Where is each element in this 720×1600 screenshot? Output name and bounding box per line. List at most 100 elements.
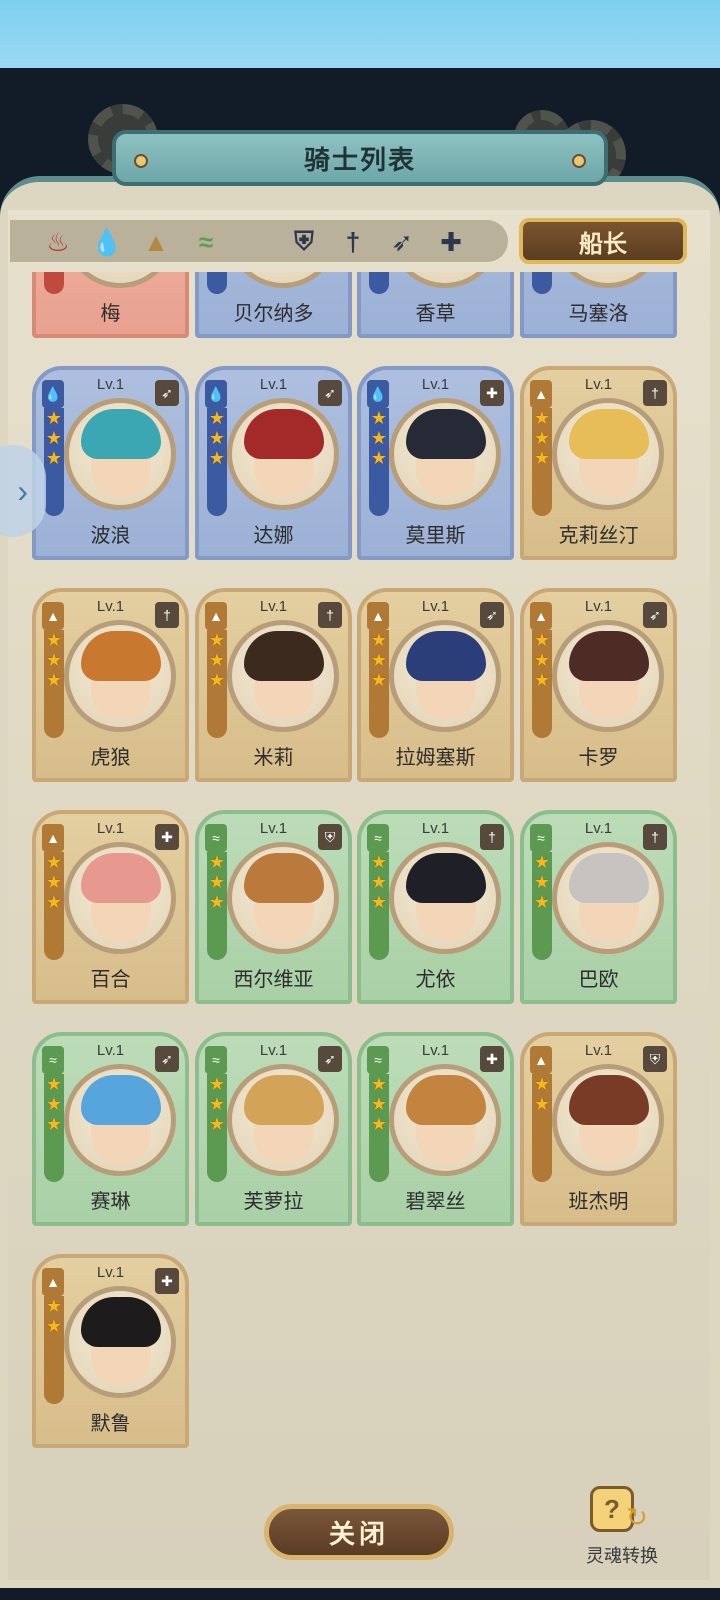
knight-name: 巴欧 [578, 969, 619, 991]
fire-element-icon[interactable]: ♨ [40, 224, 76, 260]
knight-card[interactable]: 贝尔纳多 [195, 272, 352, 338]
sword-class-icon: † [643, 824, 667, 850]
knight-card[interactable]: 香草 [357, 272, 514, 338]
close-button[interactable]: 关闭 [264, 1504, 454, 1560]
portrait-hair [406, 409, 486, 459]
knight-portrait [389, 1064, 501, 1176]
star-icon: ★ [208, 408, 226, 428]
knight-card[interactable]: Lv.1 ≈ ★ ★ ★ ✚ 碧翠丝 [357, 1032, 514, 1226]
star-icon: ★ [45, 428, 63, 448]
star-icon: ★ [533, 448, 551, 468]
star-icon: ★ [370, 408, 388, 428]
knight-card[interactable]: Lv.1 ▲ ★ ★ ★ † 克莉丝汀 [520, 366, 677, 560]
knight-portrait [552, 1064, 664, 1176]
bow-class-icon[interactable]: ➶ [384, 224, 420, 260]
knight-name: 班杰明 [568, 1191, 629, 1213]
knight-name: 贝尔纳多 [233, 303, 314, 325]
earth-element-icon: ▲ [42, 602, 64, 630]
captain-button[interactable]: 船长 [519, 218, 687, 264]
knight-card[interactable]: Lv.1 ▲ ★ ★ ⛨ 班杰明 [520, 1032, 677, 1226]
knight-portrait [227, 620, 339, 732]
star-icon: ★ [208, 1114, 226, 1134]
knight-portrait [64, 842, 176, 954]
star-icon: ★ [370, 650, 388, 670]
water-element-icon[interactable]: 💧 [89, 224, 125, 260]
portrait-hair [569, 409, 649, 459]
knight-card[interactable]: Lv.1 ▲ ★ ★ ★ † 米莉 [195, 588, 352, 782]
water-element-icon: 💧 [42, 380, 64, 408]
sword-class-icon[interactable]: † [335, 224, 371, 260]
knight-card[interactable]: 马塞洛 [520, 272, 677, 338]
star-icon: ★ [533, 408, 551, 428]
star-icon: ★ [45, 630, 63, 650]
portrait-hair [244, 853, 324, 903]
healer-class-icon: ✚ [480, 380, 504, 406]
side-expand-button[interactable]: › [0, 445, 46, 537]
knight-card[interactable]: Lv.1 ▲ ★ ★ ★ ➶ 拉姆塞斯 [357, 588, 514, 782]
rarity-strip [207, 272, 227, 294]
knight-portrait [227, 272, 339, 288]
knight-portrait [389, 272, 501, 288]
star-icon: ★ [45, 408, 63, 428]
knight-portrait [552, 620, 664, 732]
knight-name: 芙萝拉 [243, 1191, 304, 1213]
star-icon: ★ [45, 1094, 63, 1114]
knight-card[interactable]: Lv.1 ▲ ★ ★ ★ † 虎狼 [32, 588, 189, 782]
knight-card[interactable]: Lv.1 ≈ ★ ★ ★ † 巴欧 [520, 810, 677, 1004]
knight-card[interactable]: Lv.1 ≈ ★ ★ ★ ➶ 芙萝拉 [195, 1032, 352, 1226]
portrait-hair [244, 409, 324, 459]
shield-class-icon[interactable]: ⛨ [286, 224, 322, 260]
bow-class-icon: ➶ [643, 602, 667, 628]
earth-element-icon: ▲ [205, 602, 227, 630]
wind-element-icon: ≈ [205, 1046, 227, 1074]
knight-card[interactable]: Lv.1 ≈ ★ ★ ★ ➶ 赛琳 [32, 1032, 189, 1226]
portrait-hair [81, 1075, 161, 1125]
portrait-hair [81, 853, 161, 903]
knight-portrait [227, 398, 339, 510]
knight-card[interactable]: Lv.1 💧 ★ ★ ★ ➶ 波浪 [32, 366, 189, 560]
portrait-hair [406, 1075, 486, 1125]
knight-card[interactable]: Lv.1 ▲ ★ ★ ✚ 默鲁 [32, 1254, 189, 1448]
knight-portrait [64, 1064, 176, 1176]
knight-grid: 梅贝尔纳多 香草 马塞洛 Lv.1 💧 ★ ★ ★ ➶ 波浪 Lv.1 💧 ★ ★ ★ ➶ 达娜 Lv.1 💧 ★ ★ ★… [0, 272, 720, 1482]
portrait-hair [569, 1075, 649, 1125]
knight-name: 尤依 [415, 969, 456, 991]
star-rating: ★ ★ [43, 1296, 65, 1336]
star-icon: ★ [208, 1074, 226, 1094]
sky-backdrop [0, 0, 720, 68]
rarity-strip [44, 272, 64, 294]
knight-name: 西尔维亚 [233, 969, 314, 991]
star-icon: ★ [370, 872, 388, 892]
knight-name: 莫里斯 [405, 525, 466, 547]
knight-name: 梅 [100, 303, 121, 325]
star-icon: ★ [45, 872, 63, 892]
knight-card[interactable]: Lv.1 ▲ ★ ★ ★ ➶ 卡罗 [520, 588, 677, 782]
earth-element-icon[interactable]: ▲ [138, 224, 174, 260]
star-icon: ★ [370, 1074, 388, 1094]
star-rating: ★ ★ ★ [43, 852, 65, 912]
page-title: 骑士列表 [303, 144, 416, 175]
knight-card[interactable]: Lv.1 ≈ ★ ★ ★ † 尤依 [357, 810, 514, 1004]
earth-element-icon: ▲ [530, 380, 552, 408]
earth-element-icon: ▲ [42, 1268, 64, 1296]
knight-card[interactable]: 梅 [32, 272, 189, 338]
star-icon: ★ [45, 670, 63, 690]
sword-class-icon: † [480, 824, 504, 850]
star-icon: ★ [45, 1074, 63, 1094]
knight-card[interactable]: Lv.1 💧 ★ ★ ★ ➶ 达娜 [195, 366, 352, 560]
healer-class-icon[interactable]: ✚ [433, 224, 469, 260]
bow-class-icon: ➶ [480, 602, 504, 628]
knight-portrait [227, 1064, 339, 1176]
healer-class-icon: ✚ [155, 824, 179, 850]
bow-class-icon: ➶ [318, 380, 342, 406]
wind-element-icon[interactable]: ≈ [188, 224, 224, 260]
knight-card[interactable]: Lv.1 ≈ ★ ★ ★ ⛨ 西尔维亚 [195, 810, 352, 1004]
star-icon: ★ [533, 650, 551, 670]
knight-card[interactable]: Lv.1 💧 ★ ★ ★ ✚ 莫里斯 [357, 366, 514, 560]
earth-element-icon: ▲ [42, 824, 64, 852]
star-icon: ★ [208, 650, 226, 670]
knight-card[interactable]: Lv.1 ▲ ★ ★ ★ ✚ 百合 [32, 810, 189, 1004]
soul-transfer-button[interactable]: ? ↻ 灵魂转换 [580, 1486, 660, 1576]
star-icon: ★ [370, 852, 388, 872]
knight-portrait [227, 842, 339, 954]
